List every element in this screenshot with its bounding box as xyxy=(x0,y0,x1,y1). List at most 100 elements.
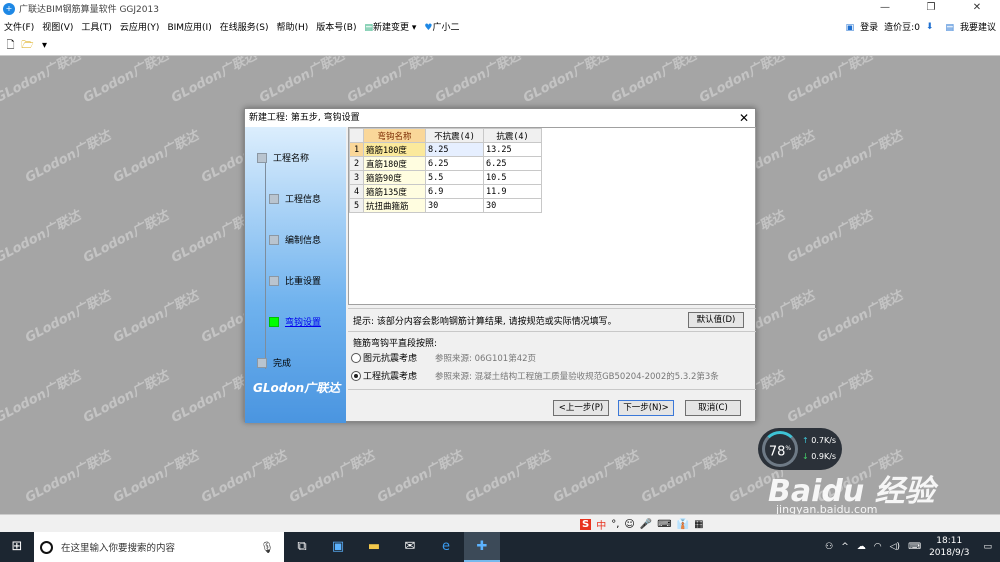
non-seismic-cell[interactable]: 6.25 xyxy=(425,156,484,171)
seismic-cell[interactable]: 6.25 xyxy=(483,156,542,171)
window-titlebar: + 广联达BIM钢筋算量软件 GGJ2013 — ❐ ✕ xyxy=(0,0,1000,17)
tray-expand-icon[interactable]: ^ xyxy=(841,542,849,552)
microphone-icon[interactable]: 🎙 xyxy=(260,541,274,554)
hook-name-cell[interactable]: 箍筋180度 xyxy=(363,142,426,157)
hook-name-cell[interactable]: 箍筋90度 xyxy=(363,170,426,185)
ime-tray-icon[interactable]: ⌨ xyxy=(908,542,921,552)
option-label: 图元抗震考虑 xyxy=(363,354,418,364)
dialog-titlebar: 新建工程: 第五步, 弯钩设置 ✕ xyxy=(245,109,755,127)
seismic-cell[interactable]: 10.5 xyxy=(483,170,542,185)
step-hook-settings[interactable]: 弯钩设置 xyxy=(269,315,321,328)
radio-unchecked[interactable] xyxy=(351,352,361,363)
step-weight-settings[interactable]: 比重设置 xyxy=(269,274,321,287)
steps-tree-line xyxy=(265,161,266,369)
punctuation-icon[interactable]: °, xyxy=(611,519,619,530)
ime-mode-label[interactable]: 中 xyxy=(596,517,606,532)
search-placeholder: 在这里输入你要搜索的内容 xyxy=(61,543,176,554)
option-element-seismic[interactable]: 图元抗震考虑 参照来源: 06G101第42页 xyxy=(351,351,536,364)
column-header[interactable]: 不抗震(4) xyxy=(425,128,484,143)
clock[interactable]: 18:11 2018/9/3 xyxy=(929,535,969,559)
close-window-button[interactable]: ✕ xyxy=(954,0,1000,17)
cancel-button[interactable]: 取消(C) xyxy=(685,400,741,416)
login-button[interactable]: ▣ 登录 xyxy=(840,20,879,33)
column-header[interactable]: 抗震(4) xyxy=(483,128,542,143)
dialog-close-button[interactable]: ✕ xyxy=(739,109,749,127)
glodon-watermark: GLodon广联达 xyxy=(110,128,202,187)
glodon-watermark: GLodon广联达 xyxy=(550,448,642,507)
step-project-name[interactable]: 工程名称 xyxy=(257,151,309,164)
new-change-label: 新建变更 xyxy=(373,23,410,33)
prev-step-button[interactable]: <上一步(P) xyxy=(553,400,609,416)
glodon-app-icon[interactable]: ✚ xyxy=(464,532,500,562)
table-row: 5 抗扭曲箍筋 30 30 xyxy=(349,198,542,213)
maximize-button[interactable]: ❐ xyxy=(908,0,954,17)
next-step-button[interactable]: 下一步(N)> xyxy=(618,400,674,416)
menu-online[interactable]: 在线服务(S) xyxy=(220,20,269,33)
menu-assistant[interactable]: ♥广小二 xyxy=(424,20,459,33)
non-seismic-cell[interactable]: 30 xyxy=(425,198,484,213)
minimize-button[interactable]: — xyxy=(862,0,908,17)
menu-view[interactable]: 视图(V) xyxy=(42,20,73,33)
step-finish[interactable]: 完成 xyxy=(257,356,291,369)
toolbar: 🗋 🗁 ▾ xyxy=(0,36,1000,56)
toolbox-icon[interactable]: ▦ xyxy=(694,519,703,530)
volume-icon[interactable]: ◁) xyxy=(890,542,900,552)
radio-checked[interactable] xyxy=(351,370,361,381)
step-marker-active xyxy=(269,316,279,327)
new-file-icon[interactable]: 🗋 xyxy=(4,39,17,52)
menu-cloud[interactable]: 云应用(Y) xyxy=(120,20,160,33)
task-view-icon[interactable]: ⧉ xyxy=(284,532,320,562)
sogou-icon[interactable]: S xyxy=(580,518,592,530)
wizard-steps-panel: 工程名称 工程信息 编制信息 比重设置 弯钩设置 完成 GLodon广联达 xyxy=(245,127,346,423)
skin-icon[interactable]: 👔 xyxy=(677,519,689,530)
non-seismic-cell[interactable]: 5.5 xyxy=(425,170,484,185)
hook-grid: 弯钩名称 不抗震(4) 抗震(4) 1 箍筋180度 8.25 13.25 2 … xyxy=(348,127,756,305)
store-icon[interactable]: ▣ xyxy=(320,532,356,562)
option-label: 工程抗震考虑 xyxy=(363,372,418,382)
row-number: 5 xyxy=(349,198,364,213)
menu-bim[interactable]: BIM应用(I) xyxy=(167,20,211,33)
open-folder-icon[interactable]: 🗁 xyxy=(21,39,34,52)
menu-version[interactable]: 版本号(B) xyxy=(316,20,356,33)
file-explorer-icon[interactable]: ▬ xyxy=(356,532,392,562)
option-reference: 参照来源: 06G101第42页 xyxy=(435,353,537,364)
suggest-button[interactable]: ▤ 我要建议 xyxy=(939,20,996,33)
menu-help[interactable]: 帮助(H) xyxy=(276,20,308,33)
clock-time: 18:11 xyxy=(936,536,963,546)
glodon-watermark: GLodon广联达 xyxy=(0,56,84,107)
edge-icon[interactable]: e xyxy=(428,532,464,562)
option-project-seismic[interactable]: 工程抗震考虑 参照来源: 混凝土结构工程施工质量验收规范GB50204-2002… xyxy=(351,369,719,382)
windows-start-icon[interactable]: ⊞ xyxy=(0,532,34,562)
seismic-cell[interactable]: 13.25 xyxy=(483,142,542,157)
taskbar-search[interactable]: 在这里输入你要搜索的内容 🎙 xyxy=(34,532,284,562)
default-values-button[interactable]: 默认值(D) xyxy=(688,312,744,328)
network-speed-widget[interactable]: 78% ↑ 0.7K/s ↓ 0.9K/s xyxy=(758,428,842,470)
notification-icon[interactable]: ▭ xyxy=(983,542,992,552)
column-header[interactable]: 弯钩名称 xyxy=(363,128,426,143)
seismic-cell[interactable]: 11.9 xyxy=(483,184,542,199)
menu-file[interactable]: 文件(F) xyxy=(4,20,34,33)
hook-name-cell[interactable]: 抗扭曲箍筋 xyxy=(363,198,426,213)
step-project-info[interactable]: 工程信息 xyxy=(269,192,321,205)
menu-tools[interactable]: 工具(T) xyxy=(81,20,112,33)
wifi-icon[interactable]: ◠ xyxy=(874,542,882,552)
hint-text: 提示: 该部分内容会影响钢筋计算结果, 请按规范或实际情况填写。 xyxy=(353,316,617,327)
hook-name-cell[interactable]: 直筋180度 xyxy=(363,156,426,171)
dropdown-arrow-icon[interactable]: ▾ xyxy=(38,39,51,52)
credits-label: 造价豆:0 xyxy=(884,23,920,33)
step-compile-info[interactable]: 编制信息 xyxy=(269,233,321,246)
emoji-icon[interactable]: ☺ xyxy=(624,519,634,530)
glodon-watermark: GLodon广联达 xyxy=(110,288,202,347)
non-seismic-cell[interactable]: 6.9 xyxy=(425,184,484,199)
download-icon[interactable]: ⬇ xyxy=(926,22,934,32)
menu-new-change[interactable]: ▤新建变更 ▾ xyxy=(364,20,416,33)
cortana-icon xyxy=(40,540,53,554)
seismic-cell[interactable]: 30 xyxy=(483,198,542,213)
keyboard-icon[interactable]: ⌨ xyxy=(657,519,671,530)
hook-name-cell[interactable]: 箍筋135度 xyxy=(363,184,426,199)
non-seismic-cell[interactable]: 8.25 xyxy=(425,142,484,157)
onedrive-icon[interactable]: ☁ xyxy=(857,542,866,552)
mail-icon[interactable]: ✉ xyxy=(392,532,428,562)
voice-icon[interactable]: 🎤 xyxy=(640,519,652,530)
people-icon[interactable]: ⚇ xyxy=(825,542,833,552)
